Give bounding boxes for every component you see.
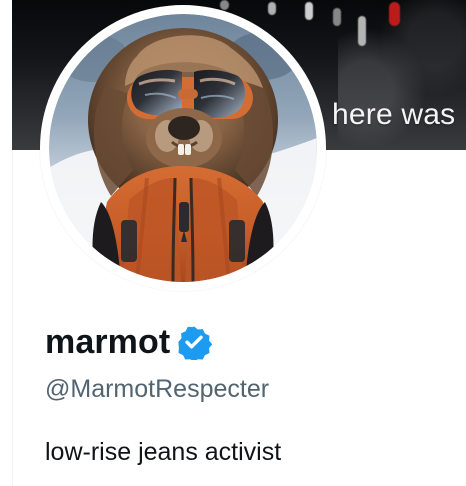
left-divider — [12, 150, 13, 486]
banner-light — [358, 16, 366, 46]
banner-light — [268, 2, 276, 15]
avatar — [49, 14, 317, 282]
banner-light — [333, 8, 341, 26]
banner-light — [389, 2, 400, 26]
username: @MarmotRespecter — [45, 375, 270, 403]
banner-caption: here was — [332, 98, 456, 131]
profile-card: here was marmot @MarmotRespecter low-ris… — [0, 0, 466, 486]
display-name-row: marmot — [45, 323, 213, 361]
banner-light — [220, 0, 229, 10]
bio: low-rise jeans activist — [45, 438, 282, 466]
banner-light — [305, 2, 313, 20]
profile-avatar-frame[interactable] — [40, 5, 326, 291]
display-name: marmot — [45, 323, 171, 361]
verified-badge-icon — [178, 326, 213, 360]
